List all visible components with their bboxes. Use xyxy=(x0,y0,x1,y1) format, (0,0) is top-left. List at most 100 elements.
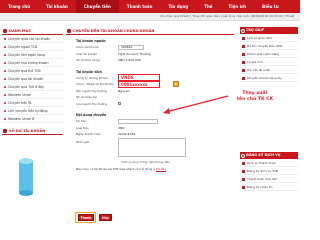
help-item[interactable]: Tỷ giá mới xyxy=(240,58,298,66)
register-title: ĐĂNG KÝ DỊCH VỤ xyxy=(246,153,281,157)
date-label: Ngày thanh toán xyxy=(76,132,102,137)
help-title: TRỢ GIÚP xyxy=(246,28,265,32)
sidebar-item-label: Chuyển qua thẻ TCB xyxy=(8,69,41,73)
bullet-icon xyxy=(242,177,245,181)
nav-card[interactable]: Thẻ xyxy=(196,0,220,13)
current-balance-label: Số dư hiện tại xyxy=(76,95,97,100)
holder-value: Nguyen xyxy=(118,88,130,93)
nav-payment[interactable]: Thanh toán xyxy=(119,0,161,13)
help-item[interactable]: Tra cứu lãi suất xyxy=(240,66,298,74)
bullet-icon xyxy=(242,76,245,80)
bullet-icon xyxy=(4,62,6,64)
help-item-label: Lịch sử giao dịch xyxy=(247,36,273,40)
help-item-label: Hỗ trợ chuyển tiền ATM xyxy=(247,44,283,48)
register-item[interactable]: Dịch vụ thanh toán xyxy=(240,159,298,167)
source-account-label: Chọn tài khoản xyxy=(76,45,99,50)
register-item-label: Thanh toán hóa đơn xyxy=(247,177,278,181)
sidebar-item[interactable]: Lịch chuyển tiền tự động xyxy=(2,107,63,115)
sidebar-item[interactable]: Chuyển qua tài khoản xyxy=(2,75,63,83)
sidebar-item[interactable]: Chuyển cho chứng khoán xyxy=(2,59,63,67)
nav-account[interactable]: Tài khoản xyxy=(38,0,76,13)
bullet-icon xyxy=(4,54,6,56)
transfer-icon xyxy=(67,29,71,33)
currency-value: VND xyxy=(118,125,125,130)
amount-label: Số tiền xyxy=(76,119,87,124)
sidebar-item-label: Western Union B xyxy=(8,117,35,121)
bullet-icon xyxy=(4,46,6,48)
page-title-text: CHUYỂN ĐẾN TÀI KHOẢN CHỨNG KHOÁN xyxy=(73,29,155,33)
nav-credit[interactable]: Tín dụng xyxy=(160,0,196,13)
help-heading: TRỢ GIÚP xyxy=(240,27,298,34)
bullet-icon xyxy=(242,60,245,64)
help-item[interactable]: Chuyển khoản tại quầy xyxy=(240,74,298,82)
right-sidebar: TRỢ GIÚP Lịch sử giao dịch Hỗ trợ chuyển… xyxy=(240,27,298,221)
register-item[interactable]: Thanh toán hóa đơn xyxy=(240,175,298,183)
help-item-label: Tra cứu lãi suất xyxy=(247,68,270,72)
confirm-button[interactable]: Thanh toán xyxy=(78,214,94,226)
sidebar-item[interactable]: Chuyển tiền IB xyxy=(2,99,63,107)
sidebar-item-label: Chuyển ngoài TCB xyxy=(8,45,38,49)
amount-input[interactable] xyxy=(118,118,158,124)
note-label: Diễn giải xyxy=(76,139,90,144)
help-icon xyxy=(241,28,245,33)
register-item-label: Đăng ký nhận tin xyxy=(247,185,273,189)
bullet-icon xyxy=(4,38,6,40)
bullet-icon xyxy=(4,70,6,72)
sidebar-item[interactable]: Chuyển qua Thẻ ở đây xyxy=(2,83,63,91)
help-item[interactable]: Hỗ trợ chuyển tiền ATM xyxy=(240,42,298,50)
sidebar-item-label: Chuyển tiền IB xyxy=(8,101,32,105)
account-type-value: F@st Account Thường xyxy=(118,51,151,56)
bullet-icon xyxy=(242,68,245,72)
nav-invest[interactable]: Điều tư xyxy=(254,0,286,13)
sidebar-item[interactable]: Chuyển qua thẻ TCB xyxy=(2,67,63,75)
note-textarea[interactable] xyxy=(118,137,186,157)
register-item[interactable]: Đăng ký nhận tin xyxy=(240,183,298,191)
note-row: Diễn giải xyxy=(76,137,234,158)
transfer-form: CHUYỂN ĐẾN TÀI KHOẢN CHỨNG KHOÁN Tài kho… xyxy=(66,27,234,226)
bullet-icon xyxy=(242,185,245,189)
sidebar-item[interactable]: Western Union xyxy=(2,91,63,99)
bullet-icon xyxy=(242,44,245,48)
register-item-label: Đăng ký dịch vụ TCB xyxy=(247,169,278,173)
note-remark: (không dùng Tiếng Việt không dấu) xyxy=(121,159,171,164)
bullet-icon xyxy=(4,86,6,88)
help-item[interactable]: Khám phá ngân hàng xyxy=(240,50,298,58)
date-value: 20/01/2016 xyxy=(118,132,136,137)
nav-transfer[interactable]: Chuyển tiền xyxy=(75,0,119,13)
register-item[interactable]: Đăng ký dịch vụ TCB xyxy=(240,167,298,175)
sidebar-item-label: Lịch chuyển tiền tự động xyxy=(8,109,48,113)
help-item[interactable]: Lịch sử giao dịch xyxy=(240,34,298,42)
lookup-arrow-icon[interactable]: ▸ xyxy=(173,81,179,87)
source-account-select[interactable]: 190610 xyxy=(118,44,144,50)
balance-title: SỐ DƯ TÀI KHOẢN xyxy=(9,129,46,133)
annotation-arrow-icon xyxy=(163,95,229,114)
account-number-input[interactable]: 0001xxxxxx xyxy=(118,80,160,88)
save-beneficiary-checkbox[interactable] xyxy=(118,102,121,106)
sidebar-item[interactable]: Western Union B xyxy=(2,115,63,123)
bullet-icon xyxy=(4,102,6,104)
sidebar-item-label: Western Union xyxy=(8,93,32,97)
save-note-link[interactable]: Tới đây xyxy=(156,167,166,171)
sidebar-title: DANH MỤC xyxy=(9,29,32,33)
sidebar-item[interactable]: Chuyển giữa các tài khoản xyxy=(2,35,63,43)
sidebar-item-label: Chuyển qua Thẻ ở đây xyxy=(8,85,44,89)
account-number-label: Chọn / Nhập số tài khoản xyxy=(76,82,114,87)
sidebar-item[interactable]: Chuyển ngoài TCB xyxy=(2,43,63,51)
save-beneficiary-label: Lưu người thụ hưởng xyxy=(76,101,108,106)
register-icon xyxy=(241,153,245,158)
sidebar-item-label: Chuyển qua tài khoản xyxy=(8,77,44,81)
source-section-title: Tài khoản nguồn xyxy=(76,39,106,43)
bullet-icon xyxy=(4,94,6,96)
nav-utilities[interactable]: Tiện ích xyxy=(221,0,255,13)
sidebar-item-label: Chuyển liên ngân hàng xyxy=(8,53,45,57)
session-info: Xin chào quý khách | Thay đổi giao diện … xyxy=(159,14,294,18)
nav-home[interactable]: Trang chủ xyxy=(0,0,38,13)
sidebar-item[interactable]: Chuyển liên ngân hàng xyxy=(2,51,63,59)
bullet-icon xyxy=(242,169,245,173)
target-section-title: Tài khoản đích xyxy=(76,69,102,74)
sidebar-heading: DANH MỤC xyxy=(2,27,63,35)
sidebar-item-label: Chuyển giữa các tài khoản xyxy=(8,37,51,41)
menu-icon xyxy=(3,29,7,33)
register-item-label: Dịch vụ thanh toán xyxy=(247,161,276,165)
cancel-button[interactable]: Hủy bỏ xyxy=(99,214,112,226)
